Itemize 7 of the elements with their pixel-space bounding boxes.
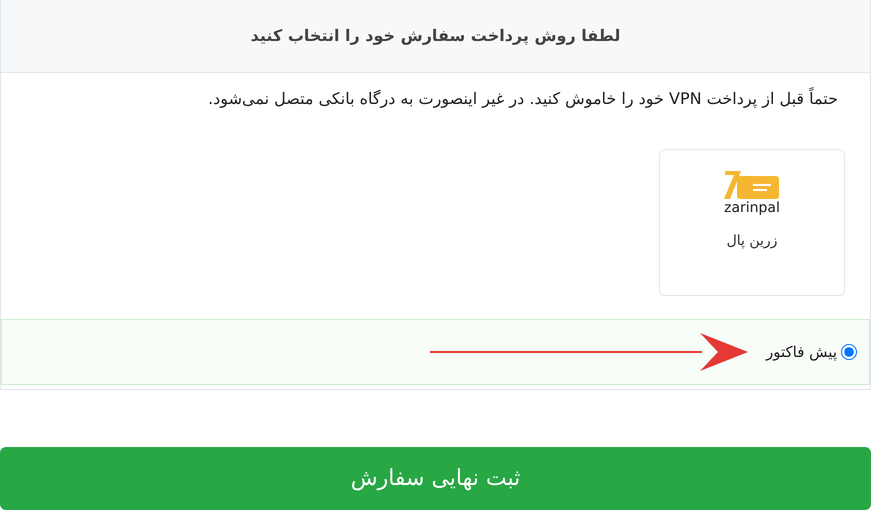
gateway-label: زرین پال: [726, 232, 778, 251]
logo-text: zarinpal: [724, 201, 780, 215]
notice-text: حتماً قبل از پرداخت VPN خود را خاموش کنید. در غیر اینصورت به درگاه بانکی متصل نمی‌شود.: [207, 86, 839, 110]
panel-title: لطفا روش پرداخت سفارش خود را انتخاب کنید: [250, 25, 620, 47]
radio-button[interactable]: [841, 344, 857, 360]
option-label: پیش فاکتور: [766, 342, 837, 363]
card-logo-icon: [723, 170, 781, 201]
